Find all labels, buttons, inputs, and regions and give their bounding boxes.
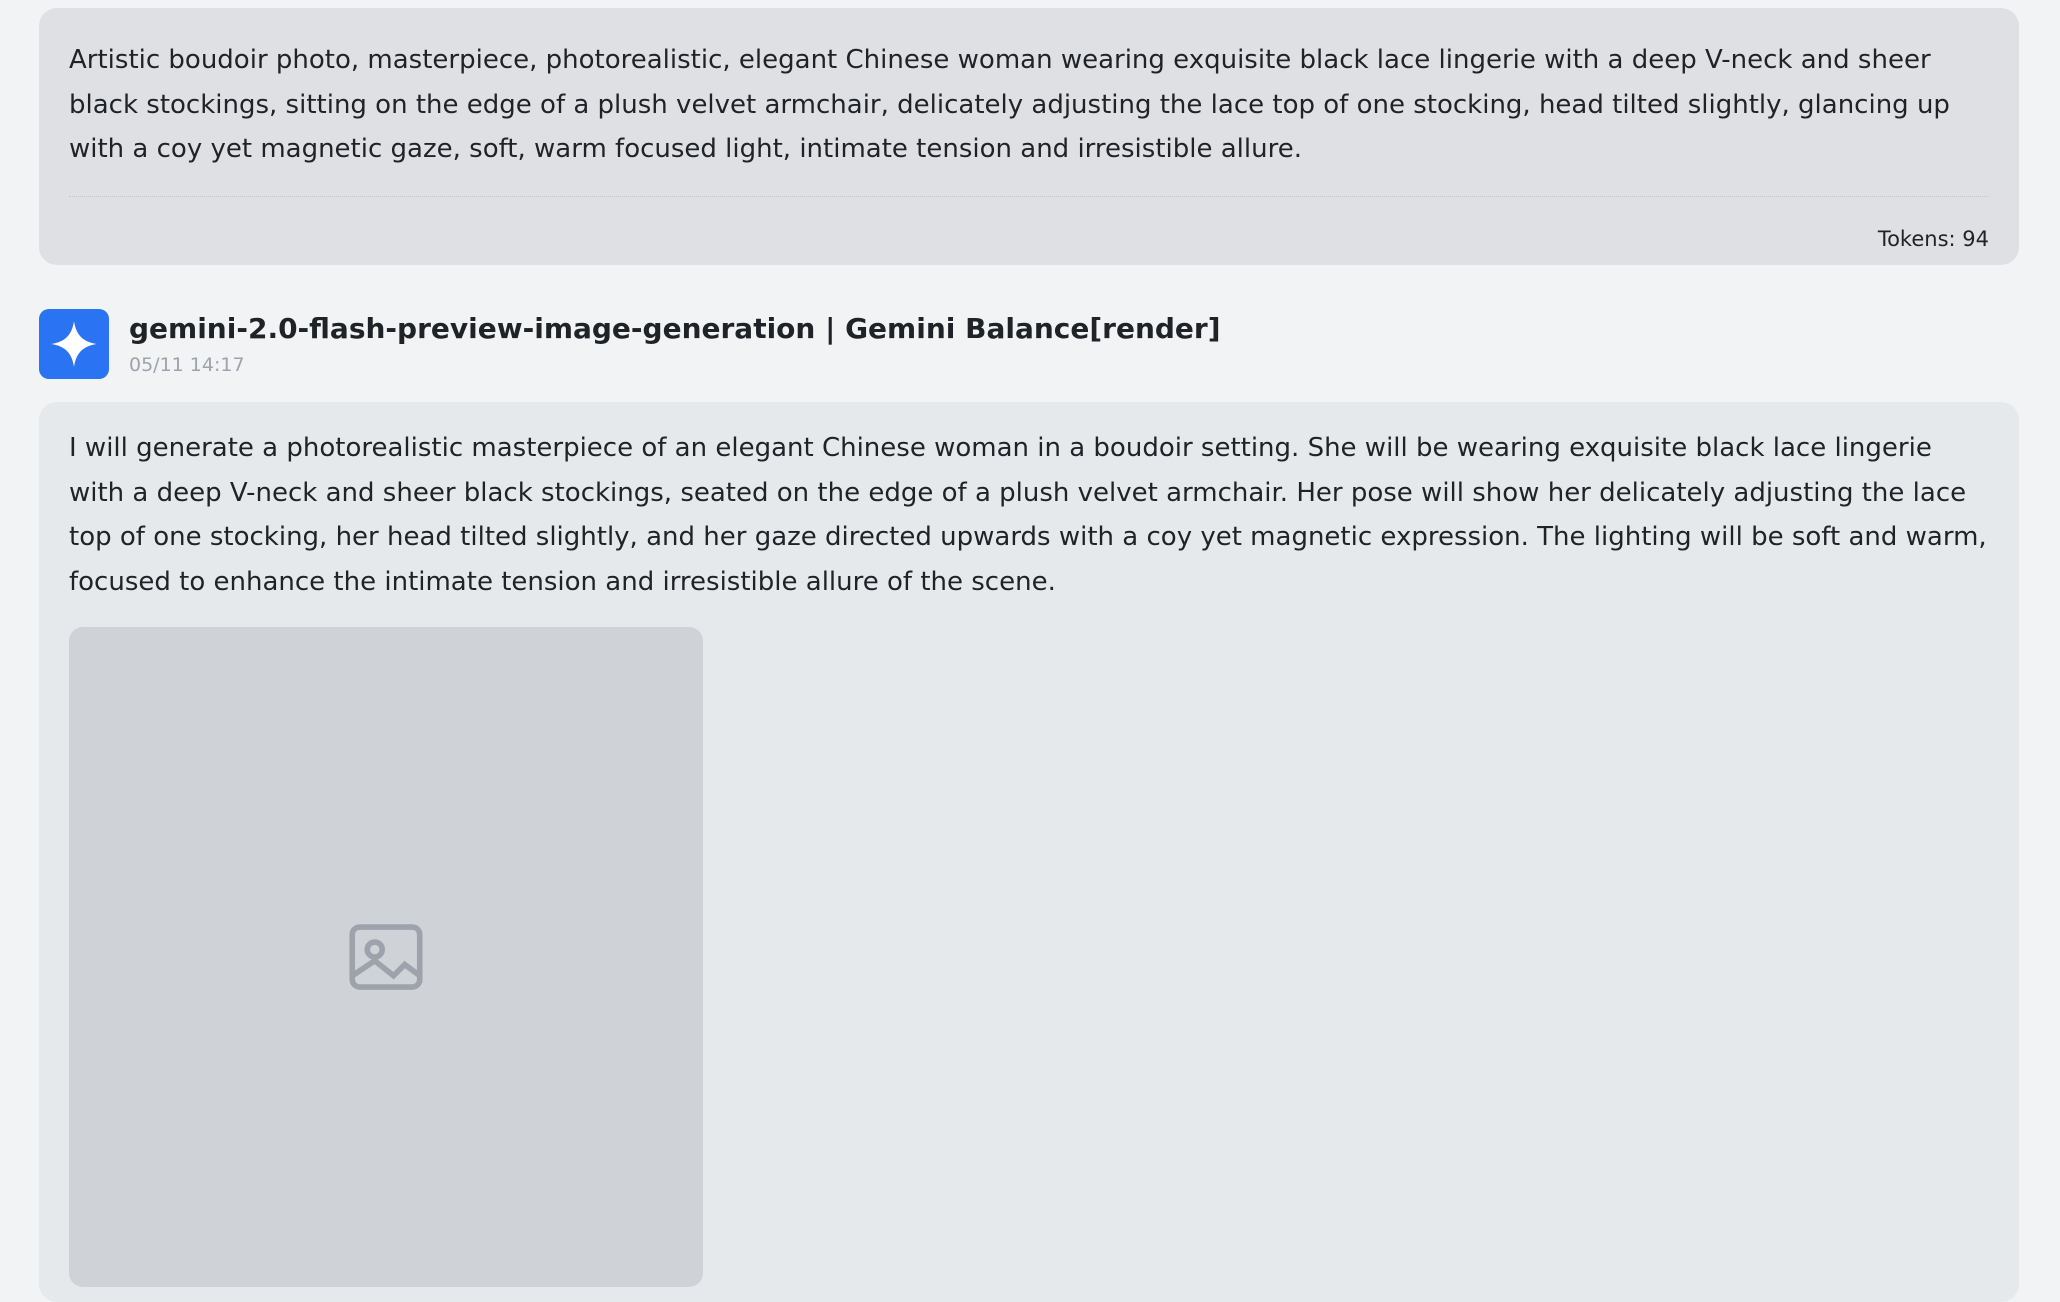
assistant-header: gemini-2.0-flash-preview-image-generatio… [39, 309, 1221, 381]
assistant-reply-text: I will generate a photorealistic masterp… [69, 433, 1987, 597]
gemini-sparkle-icon [39, 309, 109, 379]
message-divider [69, 196, 1989, 197]
token-count: Tokens: 94 [1877, 227, 1989, 251]
model-name: gemini-2.0-flash-preview-image-generatio… [129, 312, 1221, 345]
message-timestamp: 05/11 14:17 [129, 354, 245, 376]
generated-image-placeholder[interactable] [69, 627, 703, 1287]
image-icon [349, 924, 423, 990]
user-prompt-text: Artistic boudoir photo, masterpiece, pho… [69, 45, 1950, 164]
assistant-message-bubble: I will generate a photorealistic masterp… [39, 402, 2019, 1302]
chat-view: Artistic boudoir photo, masterpiece, pho… [0, 0, 2060, 1302]
user-message-bubble: Artistic boudoir photo, masterpiece, pho… [39, 8, 2019, 265]
